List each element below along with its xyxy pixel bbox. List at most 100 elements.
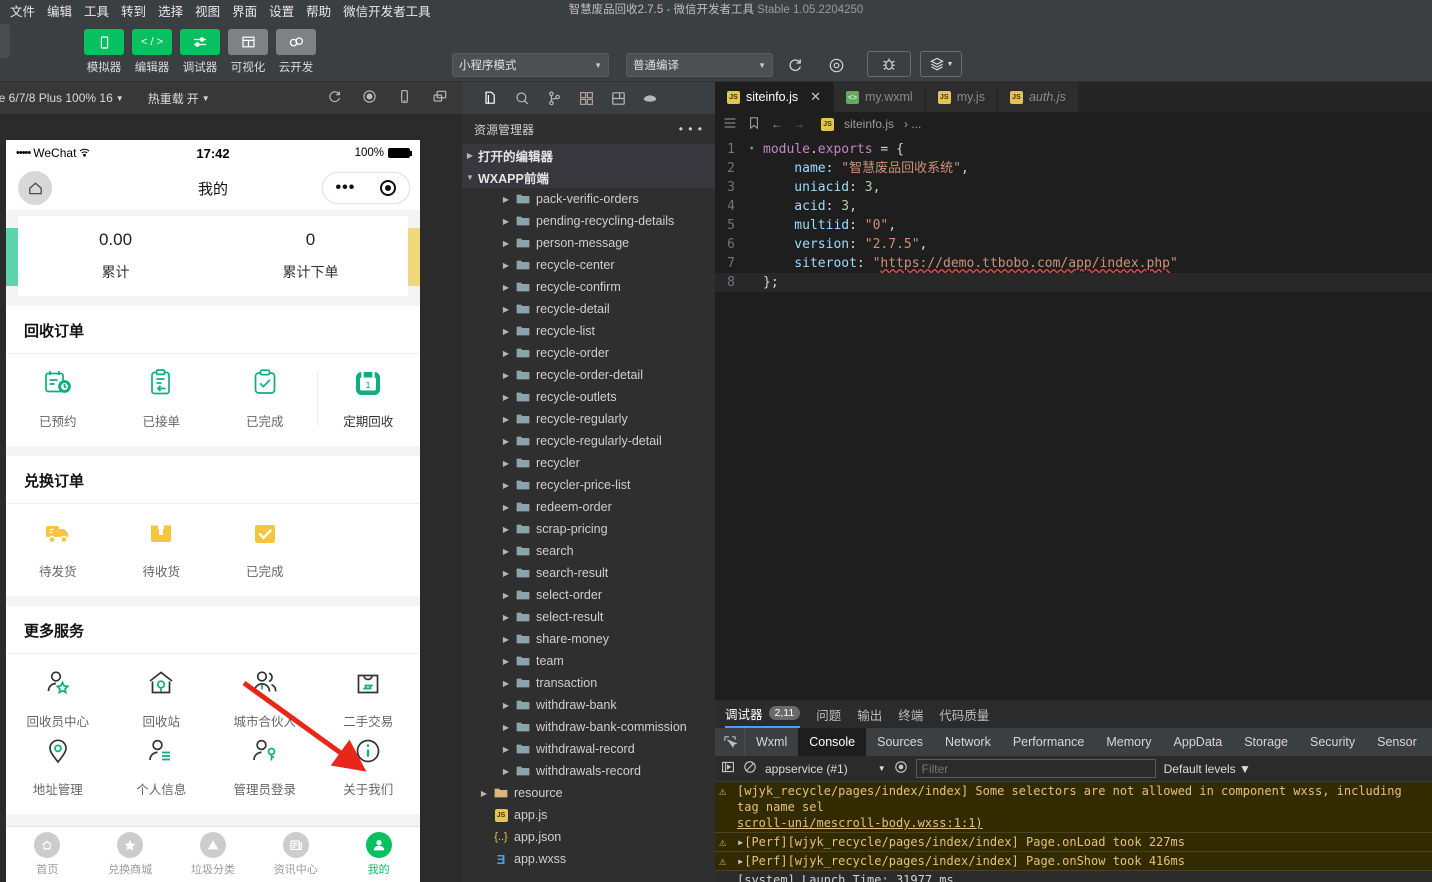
- menu-item-6[interactable]: 界面: [226, 0, 263, 22]
- chevron-right-icon[interactable]: ▶: [498, 503, 514, 512]
- menu-item-4[interactable]: 选择: [152, 0, 189, 22]
- service-cell-已预约[interactable]: 已预约: [6, 368, 110, 430]
- explorer-item-redeem-order[interactable]: ▶redeem-order: [462, 496, 715, 518]
- ellipsis-icon[interactable]: • • •: [679, 122, 703, 136]
- explorer-item-app.js[interactable]: JSapp.js: [462, 804, 715, 826]
- explorer-item-select-result[interactable]: ▶select-result: [462, 606, 715, 628]
- menu-item-3[interactable]: 转到: [115, 0, 152, 22]
- chevron-right-icon[interactable]: ▶: [498, 437, 514, 446]
- console-row-1[interactable]: ⚠▸[Perf][wjyk_recycle/pages/index/index]…: [715, 833, 1432, 852]
- breadcrumb-file[interactable]: siteinfo.js: [844, 117, 894, 131]
- explorer-item-pack-verific-orders[interactable]: ▶pack-verific-orders: [462, 188, 715, 210]
- fold-toggle-icon[interactable]: [749, 216, 763, 235]
- devtools-tab-performance[interactable]: Performance: [1002, 728, 1096, 756]
- back-arrow-icon[interactable]: ←: [771, 117, 783, 131]
- service-cell-已接单[interactable]: 已接单: [110, 368, 214, 430]
- multi-window-icon[interactable]: [432, 89, 448, 107]
- service-cell-城市合伙人[interactable]: 城市合伙人: [213, 668, 317, 730]
- devtools-tab-security[interactable]: Security: [1299, 728, 1366, 756]
- service-cell-待发货[interactable]: 待发货: [6, 518, 110, 580]
- fold-toggle-icon[interactable]: [749, 159, 763, 178]
- record-icon[interactable]: [362, 89, 377, 107]
- hot-reload-select[interactable]: 热重载 开 ▼: [148, 90, 210, 107]
- save-split-icon[interactable]: [602, 82, 634, 114]
- fold-toggle-icon[interactable]: [749, 254, 763, 273]
- explorer-item-withdraw-bank[interactable]: ▶withdraw-bank: [462, 694, 715, 716]
- devtools-tab-appdata[interactable]: AppData: [1163, 728, 1234, 756]
- devtools-tab-memory[interactable]: Memory: [1095, 728, 1162, 756]
- explorer-item-app.json[interactable]: {..}app.json: [462, 826, 715, 848]
- fold-toggle-icon[interactable]: [749, 197, 763, 216]
- chevron-right-icon[interactable]: ▶: [498, 723, 514, 732]
- devtools-tab-console[interactable]: Console: [798, 728, 866, 756]
- device-select[interactable]: ne 6/7/8 Plus 100% 16 ▼: [0, 91, 124, 105]
- explorer-item-recycle-detail[interactable]: ▶recycle-detail: [462, 298, 715, 320]
- console-output[interactable]: ⚠[wjyk_recycle/pages/index/index] Some s…: [715, 782, 1432, 882]
- inspect-element-icon[interactable]: [715, 728, 745, 756]
- debugger-tab-终端[interactable]: 终端: [898, 700, 923, 728]
- service-cell-地址管理[interactable]: 地址管理: [6, 736, 110, 798]
- service-cell-二手交易[interactable]: 二手交易: [317, 668, 421, 730]
- devtools-tab-network[interactable]: Network: [934, 728, 1002, 756]
- console-context-select[interactable]: appservice (#1) ▼: [765, 762, 886, 776]
- expand-icon[interactable]: ▸: [737, 835, 744, 849]
- mode-button-调试器[interactable]: 调试器: [180, 29, 220, 75]
- explorer-item-search-result[interactable]: ▶search-result: [462, 562, 715, 584]
- fold-toggle-icon[interactable]: ▾: [749, 140, 763, 159]
- explorer-item-recycler-price-list[interactable]: ▶recycler-price-list: [462, 474, 715, 496]
- service-cell-已完成[interactable]: 已完成: [213, 518, 317, 580]
- explorer-item-recycle-outlets[interactable]: ▶recycle-outlets: [462, 386, 715, 408]
- chevron-right-icon[interactable]: ▶: [498, 327, 514, 336]
- explorer-item-team[interactable]: ▶team: [462, 650, 715, 672]
- mode-button-可视化[interactable]: 可视化: [228, 29, 268, 75]
- service-cell-回收员中心[interactable]: 回收员中心: [6, 668, 110, 730]
- editor-tab-auth.js[interactable]: JSauth.js: [998, 82, 1079, 112]
- chevron-right-icon[interactable]: ▶: [498, 195, 514, 204]
- fold-toggle-icon[interactable]: [749, 178, 763, 197]
- explorer-item-recycler[interactable]: ▶recycler: [462, 452, 715, 474]
- console-row-3[interactable]: [system] Launch Time: 31977 ms: [715, 871, 1432, 882]
- menu-item-5[interactable]: 视图: [189, 0, 226, 22]
- devtools-tab-storage[interactable]: Storage: [1233, 728, 1299, 756]
- chevron-right-icon[interactable]: ▶: [476, 789, 492, 798]
- explorer-item-recycle-order[interactable]: ▶recycle-order: [462, 342, 715, 364]
- editor-tab-my.wxml[interactable]: <>my.wxml: [834, 82, 926, 112]
- chevron-right-icon[interactable]: ▶: [498, 745, 514, 754]
- chevron-right-icon[interactable]: ▶: [498, 239, 514, 248]
- explorer-item-pending-recycling-details[interactable]: ▶pending-recycling-details: [462, 210, 715, 232]
- expand-icon[interactable]: ▸: [737, 854, 744, 868]
- tab-首页[interactable]: 首页: [6, 832, 89, 877]
- chevron-right-icon[interactable]: ▶: [498, 547, 514, 556]
- console-levels-select[interactable]: Default levels ▼: [1164, 762, 1251, 776]
- menu-item-7[interactable]: 设置: [263, 0, 300, 22]
- menu-item-0[interactable]: 文件: [4, 0, 41, 22]
- mode-select[interactable]: 小程序模式 ▼: [452, 53, 609, 77]
- chevron-right-icon[interactable]: ▶: [498, 481, 514, 490]
- menu-item-1[interactable]: 编辑: [41, 0, 78, 22]
- menu-item-8[interactable]: 帮助: [300, 0, 337, 22]
- chevron-right-icon[interactable]: ▶: [498, 283, 514, 292]
- chevron-right-icon[interactable]: ▶: [498, 371, 514, 380]
- chevron-right-icon[interactable]: ▶: [498, 591, 514, 600]
- chevron-right-icon[interactable]: ▶: [498, 569, 514, 578]
- editor-tab-siteinfo.js[interactable]: JSsiteinfo.js✕: [715, 82, 834, 112]
- eye-icon[interactable]: [894, 760, 908, 777]
- console-row-0[interactable]: ⚠[wjyk_recycle/pages/index/index] Some s…: [715, 782, 1432, 833]
- chevron-right-icon[interactable]: ▶: [498, 679, 514, 688]
- breadcrumb-rest[interactable]: › ...: [904, 117, 921, 131]
- mode-button-云开发[interactable]: 云开发: [276, 29, 316, 75]
- mode-button-模拟器[interactable]: 模拟器: [84, 29, 124, 75]
- explorer-item-transaction[interactable]: ▶transaction: [462, 672, 715, 694]
- chevron-right-icon[interactable]: ▶: [498, 635, 514, 644]
- explorer-item-app.wxss[interactable]: Ǝapp.wxss: [462, 848, 715, 870]
- chevron-right-icon[interactable]: ▶: [498, 701, 514, 710]
- chevron-right-icon[interactable]: ▶: [498, 525, 514, 534]
- explorer-item-recycle-confirm[interactable]: ▶recycle-confirm: [462, 276, 715, 298]
- mode-button-编辑器[interactable]: < / >编辑器: [132, 29, 172, 75]
- fold-toggle-icon[interactable]: [749, 273, 763, 292]
- forward-arrow-icon[interactable]: →: [793, 117, 805, 131]
- service-cell-管理员登录[interactable]: 管理员登录: [213, 736, 317, 798]
- menu-bar[interactable]: 文件编辑工具转到选择视图界面设置帮助微信开发者工具: [0, 0, 437, 22]
- search-icon[interactable]: [506, 82, 538, 114]
- explorer-item-share-money[interactable]: ▶share-money: [462, 628, 715, 650]
